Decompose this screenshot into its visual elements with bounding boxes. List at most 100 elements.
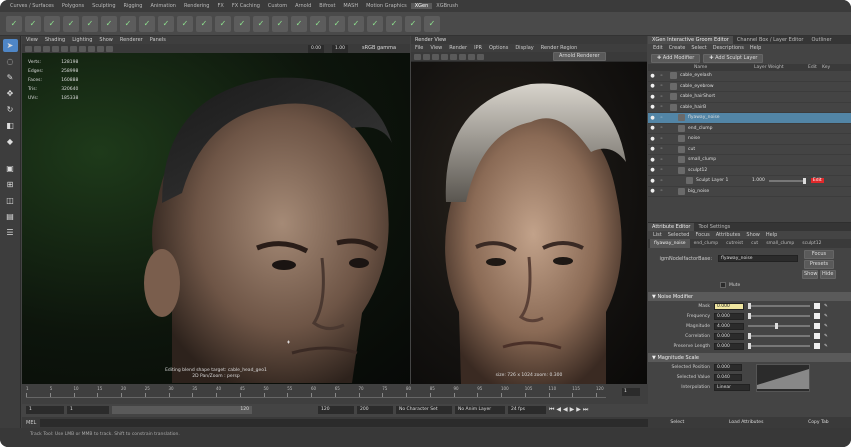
range-slider[interactable]: 120 [112,406,252,414]
shelf-tab[interactable]: MASH [339,3,362,9]
render-toggle-icon[interactable]: ◦ [657,167,666,173]
visibility-eye-icon[interactable]: ● [648,146,657,152]
snapshot-icon[interactable] [450,53,457,60]
colorspace-label[interactable]: sRGB gamma [362,45,396,51]
xgen-row[interactable]: ● ◦ cut [648,145,851,155]
xgen-menu-item[interactable]: Help [750,45,761,51]
xgen-row[interactable]: ● ◦ cable_eyelash [648,71,851,82]
visibility-eye-icon[interactable]: ● [648,73,657,79]
ramp-graph[interactable] [756,364,810,392]
shelf-tab[interactable]: Bifrost [315,3,339,9]
viewport-scene[interactable]: Verts: 128198 Edges: 258998 Faces: 160888 Tris… [22,53,410,384]
shelf-tool-icon[interactable]: ✓ [158,15,174,32]
shelf-tab[interactable]: FX [214,3,228,9]
ipr-icon[interactable] [423,53,430,60]
layout-stack-icon[interactable]: ▤ [3,210,18,223]
range-start-field[interactable]: 1 [67,406,109,414]
expression-icon[interactable]: ✎ [824,334,828,339]
noise-modifier-section[interactable]: ▼ Noise Modifier [648,292,851,301]
shelf-tool-icon[interactable]: ✓ [367,15,383,32]
xgen-row[interactable]: ● ◦ small_clump [648,155,851,166]
attribute-editor-menu-item[interactable]: List [653,232,662,238]
shelf-tab[interactable]: Rigging [120,3,147,9]
edit-button[interactable]: Edit [810,178,824,184]
render-view-menu-item[interactable]: Render Region [541,45,578,51]
shelf-tab[interactable]: Rendering [180,3,214,9]
viewport-menu-item[interactable]: Shading [45,37,65,43]
slider-knob[interactable] [748,313,751,319]
attribute-editor-menu-item[interactable]: Help [766,232,777,238]
region-icon[interactable] [441,53,448,60]
visibility-eye-icon[interactable]: ● [648,157,657,163]
renderer-dropdown[interactable]: Arnold Renderer [553,52,606,61]
render-toggle-icon[interactable]: ◦ [657,188,666,194]
hide-button[interactable]: Hide [820,270,836,279]
xgen-menu-item[interactable]: Edit [653,45,663,51]
slider-knob[interactable] [748,303,751,309]
layer-weight-value[interactable]: 1.000 [752,178,765,183]
panel-tab[interactable]: Attribute Editor [648,223,695,231]
attribute-slider[interactable] [748,303,810,309]
attribute-editor-menu-item[interactable]: Attributes [716,232,741,238]
shelf-tool-icon[interactable]: ✓ [234,15,250,32]
grid-icon[interactable] [34,45,41,52]
viewport-menu-item[interactable]: Renderer [120,37,143,43]
xgen-row[interactable]: ● ◦ big_noise [648,187,851,197]
scene-start-field[interactable]: 1 [26,406,64,414]
node-tab[interactable]: end_clump [690,239,723,248]
render-toggle-icon[interactable]: ◦ [657,94,666,100]
map-checkbox-icon[interactable] [814,343,820,349]
select-button[interactable]: Select [670,420,684,425]
viewport-menu-item[interactable]: View [26,37,38,43]
visibility-eye-icon[interactable]: ● [648,167,657,173]
visibility-eye-icon[interactable]: ● [648,115,657,121]
viewport-menu-item[interactable]: Panels [150,37,166,43]
xgen-menu-item[interactable]: Select [691,45,706,51]
shelf-tool-icon[interactable]: ✓ [101,15,117,32]
layout-outliner-icon[interactable]: ☰ [3,226,18,239]
panel-tab[interactable]: Outliner [807,36,835,44]
gamma-field[interactable]: 1.00 [332,45,349,53]
attribute-field[interactable]: 4.000 [714,322,744,330]
viewport-menu-item[interactable]: Lighting [72,37,92,43]
shelf-tool-icon[interactable]: ✓ [405,15,421,32]
shelf-tool-icon[interactable]: ✓ [44,15,60,32]
shadow-icon[interactable] [79,45,86,52]
shelf-tool-icon[interactable]: ✓ [310,15,326,32]
selected-value-field[interactable]: 0.040 [714,373,742,381]
render-toggle-icon[interactable]: ◦ [657,115,666,121]
scene-end-field[interactable]: 200 [357,406,393,414]
layout-four-icon[interactable]: ⊞ [3,178,18,191]
shelf-tool-icon[interactable]: ✓ [196,15,212,32]
keep-image-icon[interactable] [459,53,466,60]
attribute-editor-menu-item[interactable]: Show [746,232,760,238]
node-tab[interactable]: cutreist [722,239,747,248]
node-name-field[interactable]: flyaway_noise [718,255,798,262]
layer-weight-slider[interactable] [768,177,806,184]
attribute-editor-menu-item[interactable]: Selected [668,232,690,238]
command-language[interactable]: MEL [26,420,36,426]
focus-button[interactable]: Focus [804,250,834,259]
shelf-tool-icon[interactable]: ✓ [120,15,136,32]
shelf-tab[interactable]: FX Caching [228,3,264,9]
fps-dropdown[interactable]: 24 fps [508,406,546,414]
xgen-row[interactable]: ● ◦ Sculpt Layer 1 1.000 Edit [648,176,851,187]
node-tab[interactable]: small_clump [762,239,798,248]
shelf-tool-icon[interactable]: ✓ [63,15,79,32]
slider-knob[interactable] [802,177,806,184]
shelf-tab[interactable]: Curves / Surfaces [6,3,58,9]
attribute-field[interactable]: 0.000 [714,312,744,320]
wireframe-icon[interactable] [43,45,50,52]
add-modifier-button[interactable]: ✚ Add Modifier [651,53,701,63]
viewport-menu-item[interactable]: Show [99,37,113,43]
copy-tab-button[interactable]: Copy Tab [808,420,828,425]
shelf-tab[interactable]: Motion Graphics [362,3,411,9]
presets-button[interactable]: Presets [804,260,834,269]
render-toggle-icon[interactable]: ◦ [657,125,666,131]
shelf-tab[interactable]: Custom [264,3,291,9]
slider-knob[interactable] [748,333,751,339]
shelf-tool-icon[interactable]: ✓ [139,15,155,32]
shelf-tab[interactable]: Polygons [58,3,88,9]
layout-single-icon[interactable]: ▣ [3,162,18,175]
shelf-tool-icon[interactable]: ✓ [177,15,193,32]
